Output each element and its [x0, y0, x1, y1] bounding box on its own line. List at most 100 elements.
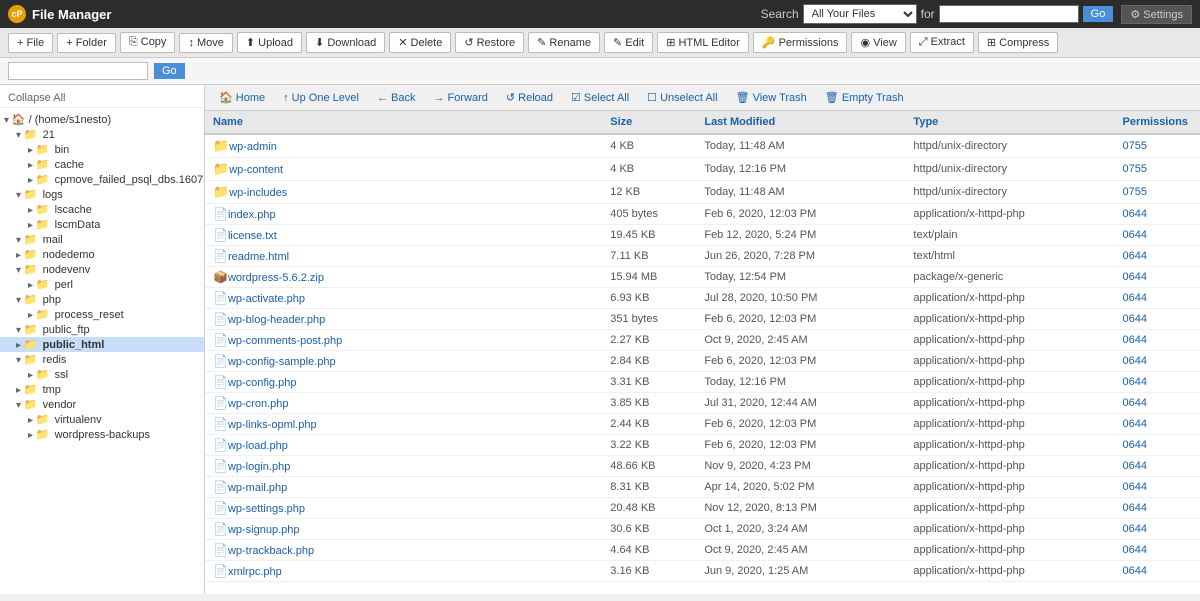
table-row[interactable]: 📁wp-admin4 KBToday, 11:48 AMhttpd/unix-d…	[205, 134, 1200, 158]
table-row[interactable]: 📄wp-links-opml.php2.44 KBFeb 6, 2020, 12…	[205, 414, 1200, 435]
upload-button[interactable]: ⬆ Upload	[237, 32, 302, 53]
file-permissions-cell[interactable]: 0644	[1115, 288, 1200, 309]
file-name-link[interactable]: wp-signup.php	[228, 524, 300, 536]
path-input[interactable]: public_html/	[8, 62, 148, 80]
table-row[interactable]: 📄xmlrpc.php3.16 KBJun 9, 2020, 1:25 AMap…	[205, 561, 1200, 582]
compress-button[interactable]: ⊞ Compress	[978, 32, 1058, 53]
tree-item-logs[interactable]: ▾ 📁 logs	[0, 187, 204, 202]
forward-button[interactable]: → Forward	[427, 90, 493, 106]
tree-item-nodedemo[interactable]: ▸ 📁 nodedemo	[0, 247, 204, 262]
col-name[interactable]: Name	[205, 111, 602, 134]
file-permissions-cell[interactable]: 0644	[1115, 225, 1200, 246]
file-permissions-cell[interactable]: 0644	[1115, 246, 1200, 267]
table-row[interactable]: 📄index.php405 bytesFeb 6, 2020, 12:03 PM…	[205, 204, 1200, 225]
tree-item-virtualenv[interactable]: ▸ 📁 virtualenv	[0, 412, 204, 427]
file-permissions-cell[interactable]: 0644	[1115, 372, 1200, 393]
table-row[interactable]: 📄wp-load.php3.22 KBFeb 6, 2020, 12:03 PM…	[205, 435, 1200, 456]
view-button[interactable]: ◉ View	[851, 32, 905, 53]
tree-item-21[interactable]: ▾ 📁 21	[0, 127, 204, 142]
tree-item-tmp[interactable]: ▸ 📁 tmp	[0, 382, 204, 397]
tree-item-ssl[interactable]: ▸ 📁 ssl	[0, 367, 204, 382]
copy-button[interactable]: ⎘ Copy	[120, 32, 176, 53]
edit-button[interactable]: ✎ Edit	[604, 32, 653, 53]
move-button[interactable]: ↕ Move	[179, 33, 232, 53]
table-row[interactable]: 📁wp-content4 KBToday, 12:16 PMhttpd/unix…	[205, 158, 1200, 181]
table-row[interactable]: 📁wp-includes12 KBToday, 11:48 AMhttpd/un…	[205, 181, 1200, 204]
view-trash-button[interactable]: 🗑 View Trash	[730, 89, 813, 106]
file-permissions-cell[interactable]: 0644	[1115, 351, 1200, 372]
tree-item-public-ftp[interactable]: ▾ 📁 public_ftp	[0, 322, 204, 337]
file-permissions-cell[interactable]: 0644	[1115, 540, 1200, 561]
tree-item-public-html[interactable]: ▸ 📁 public_html	[0, 337, 204, 352]
file-permissions-cell[interactable]: 0644	[1115, 330, 1200, 351]
file-permissions-cell[interactable]: 0644	[1115, 477, 1200, 498]
file-name-link[interactable]: wp-links-opml.php	[228, 419, 317, 431]
col-type[interactable]: Type	[905, 111, 1114, 134]
table-row[interactable]: 📄readme.html7.11 KBJun 26, 2020, 7:28 PM…	[205, 246, 1200, 267]
file-name-link[interactable]: license.txt	[228, 230, 277, 242]
search-go-button[interactable]: Go	[1083, 6, 1114, 22]
file-permissions-cell[interactable]: 0644	[1115, 561, 1200, 582]
search-input[interactable]	[939, 5, 1079, 23]
file-permissions-cell[interactable]: 0644	[1115, 204, 1200, 225]
html-editor-button[interactable]: ⊞ HTML Editor	[657, 32, 749, 53]
col-modified[interactable]: Last Modified	[696, 111, 905, 134]
file-permissions-cell[interactable]: 0644	[1115, 498, 1200, 519]
table-row[interactable]: 📄wp-mail.php8.31 KBApr 14, 2020, 5:02 PM…	[205, 477, 1200, 498]
file-name-link[interactable]: wp-login.php	[228, 461, 290, 473]
file-name-link[interactable]: xmlrpc.php	[228, 566, 282, 578]
file-name-link[interactable]: wp-config.php	[228, 377, 297, 389]
file-name-link[interactable]: wordpress-5.6.2.zip	[228, 272, 324, 284]
tree-item-bin[interactable]: ▸ 📁 bin	[0, 142, 204, 157]
file-name-link[interactable]: wp-blog-header.php	[228, 314, 325, 326]
file-name-link[interactable]: wp-includes	[229, 187, 287, 199]
file-permissions-cell[interactable]: 0644	[1115, 393, 1200, 414]
file-name-link[interactable]: wp-admin	[229, 141, 277, 153]
file-name-link[interactable]: wp-config-sample.php	[228, 356, 336, 368]
restore-button[interactable]: ↺ Restore	[455, 32, 524, 53]
new-file-button[interactable]: + File	[8, 33, 53, 53]
file-name-link[interactable]: wp-comments-post.php	[228, 335, 342, 347]
table-row[interactable]: 📄wp-cron.php3.85 KBJul 31, 2020, 12:44 A…	[205, 393, 1200, 414]
tree-item-process-reset[interactable]: ▸ 📁 process_reset	[0, 307, 204, 322]
table-row[interactable]: 📄license.txt19.45 KBFeb 12, 2020, 5:24 P…	[205, 225, 1200, 246]
tree-item-lscmdata[interactable]: ▸ 📁 lscmData	[0, 217, 204, 232]
extract-button[interactable]: ⤢ Extract	[910, 32, 974, 53]
file-permissions-cell[interactable]: 0755	[1115, 134, 1200, 158]
file-permissions-cell[interactable]: 0755	[1115, 158, 1200, 181]
file-name-link[interactable]: wp-cron.php	[228, 398, 289, 410]
table-row[interactable]: 📄wp-config.php3.31 KBToday, 12:16 PMappl…	[205, 372, 1200, 393]
up-one-level-button[interactable]: ↑ Up One Level	[277, 90, 365, 106]
rename-button[interactable]: ✎ Rename	[528, 32, 600, 53]
file-permissions-cell[interactable]: 0755	[1115, 181, 1200, 204]
file-permissions-cell[interactable]: 0644	[1115, 309, 1200, 330]
table-row[interactable]: 📄wp-login.php48.66 KBNov 9, 2020, 4:23 P…	[205, 456, 1200, 477]
back-button[interactable]: ← Back	[371, 90, 422, 106]
table-row[interactable]: 📄wp-config-sample.php2.84 KBFeb 6, 2020,…	[205, 351, 1200, 372]
table-row[interactable]: 📄wp-comments-post.php2.27 KBOct 9, 2020,…	[205, 330, 1200, 351]
tree-item-lscache[interactable]: ▸ 📁 lscache	[0, 202, 204, 217]
empty-trash-button[interactable]: 🗑 Empty Trash	[819, 89, 910, 106]
tree-item-redis[interactable]: ▾ 📁 redis	[0, 352, 204, 367]
permissions-button[interactable]: 🔑 Permissions	[753, 32, 848, 53]
settings-button[interactable]: ⚙ Settings	[1121, 5, 1192, 24]
file-permissions-cell[interactable]: 0644	[1115, 456, 1200, 477]
file-name-link[interactable]: wp-settings.php	[228, 503, 305, 515]
file-permissions-cell[interactable]: 0644	[1115, 414, 1200, 435]
search-scope-select[interactable]: All Your Files Current Directory Web Roo…	[803, 4, 917, 24]
file-permissions-cell[interactable]: 0644	[1115, 267, 1200, 288]
table-row[interactable]: 📄wp-trackback.php4.64 KBOct 9, 2020, 2:4…	[205, 540, 1200, 561]
col-permissions[interactable]: Permissions	[1115, 111, 1200, 134]
tree-item-mail[interactable]: ▾ 📁 mail	[0, 232, 204, 247]
file-name-link[interactable]: wp-load.php	[228, 440, 288, 452]
addressbar-go-button[interactable]: Go	[154, 63, 185, 79]
file-permissions-cell[interactable]: 0644	[1115, 435, 1200, 456]
tree-item-cache[interactable]: ▸ 📁 cache	[0, 157, 204, 172]
table-row[interactable]: 📦wordpress-5.6.2.zip15.94 MBToday, 12:54…	[205, 267, 1200, 288]
download-button[interactable]: ⬇ Download	[306, 32, 385, 53]
tree-item-perl[interactable]: ▸ 📁 perl	[0, 277, 204, 292]
collapse-all-button[interactable]: Collapse All	[0, 89, 204, 108]
tree-item-wordpress-backups[interactable]: ▸ 📁 wordpress-backups	[0, 427, 204, 442]
new-folder-button[interactable]: + Folder	[57, 33, 116, 53]
table-row[interactable]: 📄wp-blog-header.php351 bytesFeb 6, 2020,…	[205, 309, 1200, 330]
